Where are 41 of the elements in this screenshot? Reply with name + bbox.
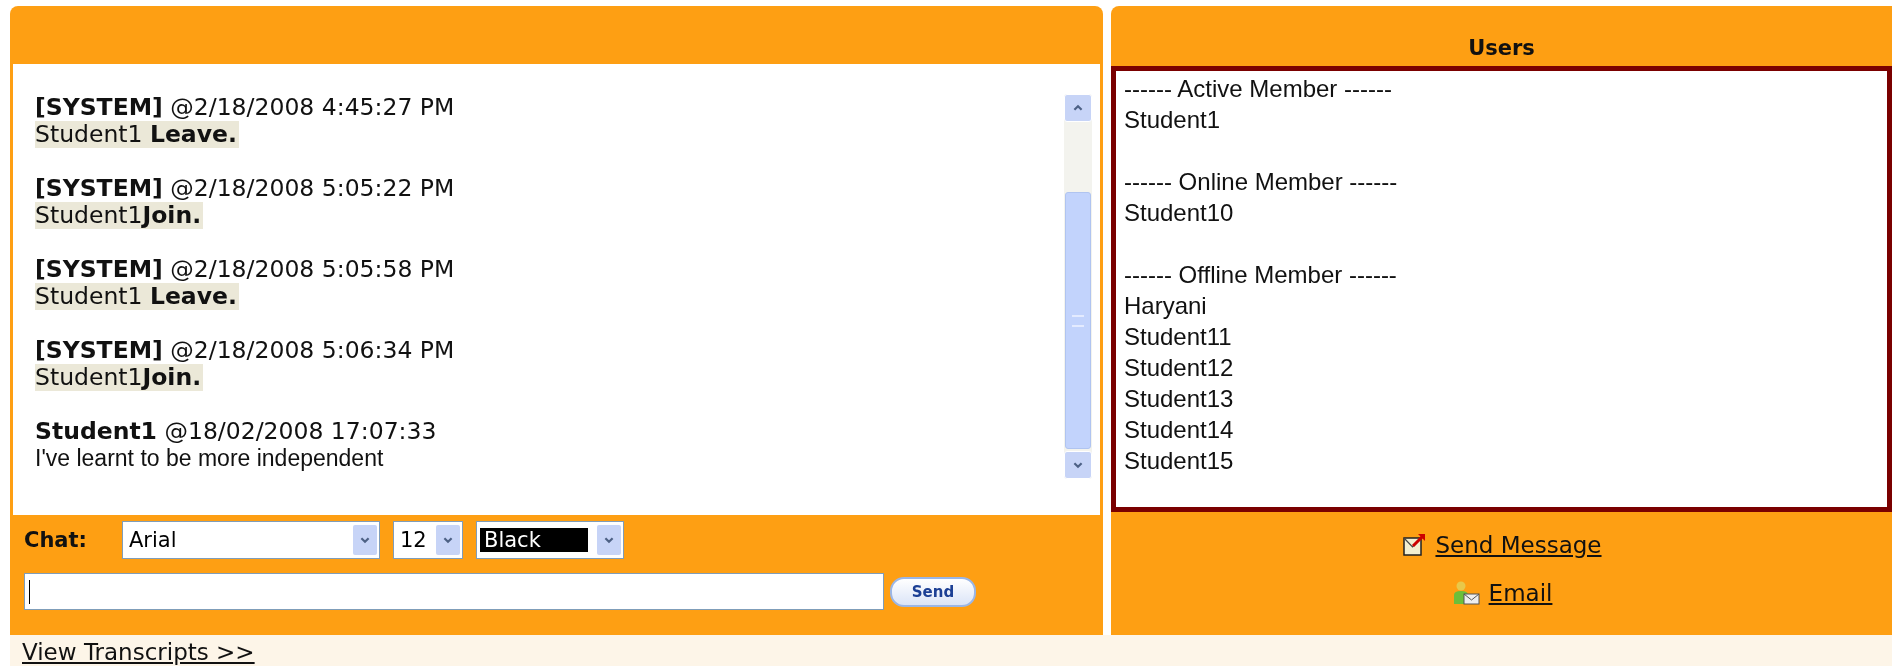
group-heading: ------ Active Member ------ <box>1124 74 1393 104</box>
message-time: @18/02/2008 17:07:33 <box>163 417 437 445</box>
size-select[interactable]: 12 <box>393 521 463 559</box>
member-name[interactable]: Student13 <box>1124 383 1879 414</box>
member-name[interactable]: Haryani <box>1124 290 1879 321</box>
scroll-thumb[interactable] <box>1065 192 1091 449</box>
message-time: @2/18/2008 5:05:22 PM <box>169 174 455 202</box>
message-time: @2/18/2008 5:05:58 PM <box>169 255 455 283</box>
action-link[interactable]: Send Message <box>1435 532 1602 558</box>
system-message: Student1 Leave. <box>35 121 239 148</box>
action-link[interactable]: Email <box>1488 580 1553 606</box>
message-sender: [SYSTEM] <box>35 336 163 364</box>
message-sender: Student1 <box>35 417 157 445</box>
group-heading: ------ Offline Member ------ <box>1124 260 1398 290</box>
font-select[interactable]: Arial <box>122 521 380 559</box>
message-time: @2/18/2008 5:06:34 PM <box>169 336 455 364</box>
panel-title: Users <box>1468 36 1535 60</box>
color-select[interactable]: Black <box>476 521 624 559</box>
scroll-down-button[interactable] <box>1064 451 1092 479</box>
scroll-up-button[interactable] <box>1064 94 1092 122</box>
member-name[interactable]: Student11 <box>1124 321 1879 352</box>
message-sender: [SYSTEM] <box>35 255 163 283</box>
message-sender: [SYSTEM] <box>35 93 163 121</box>
member-name[interactable]: Student10 <box>1124 197 1879 228</box>
group-heading: ------ Online Member ------ <box>1124 167 1399 197</box>
envelope-icon <box>1401 532 1428 558</box>
send-button[interactable]: Send <box>890 576 976 607</box>
member-name[interactable]: Student15 <box>1124 445 1879 476</box>
chat-label: Chat: <box>24 528 88 552</box>
view-transcripts-link[interactable]: View Transcripts >> <box>22 639 255 666</box>
system-message: Student1 Leave. <box>35 283 239 310</box>
message-time: @2/18/2008 4:45:27 PM <box>169 93 455 121</box>
member-name[interactable]: Student12 <box>1124 352 1879 383</box>
message-input[interactable] <box>24 573 884 610</box>
message-sender: [SYSTEM] <box>35 174 163 202</box>
message-text: I've learnt to be more independent <box>35 445 384 472</box>
system-message: Student1Join. <box>35 202 204 229</box>
member-name[interactable]: Student1 <box>1124 104 1879 135</box>
member-name[interactable]: Student14 <box>1124 414 1879 445</box>
system-message: Student1Join. <box>35 364 204 391</box>
scrollbar[interactable] <box>1064 94 1092 479</box>
